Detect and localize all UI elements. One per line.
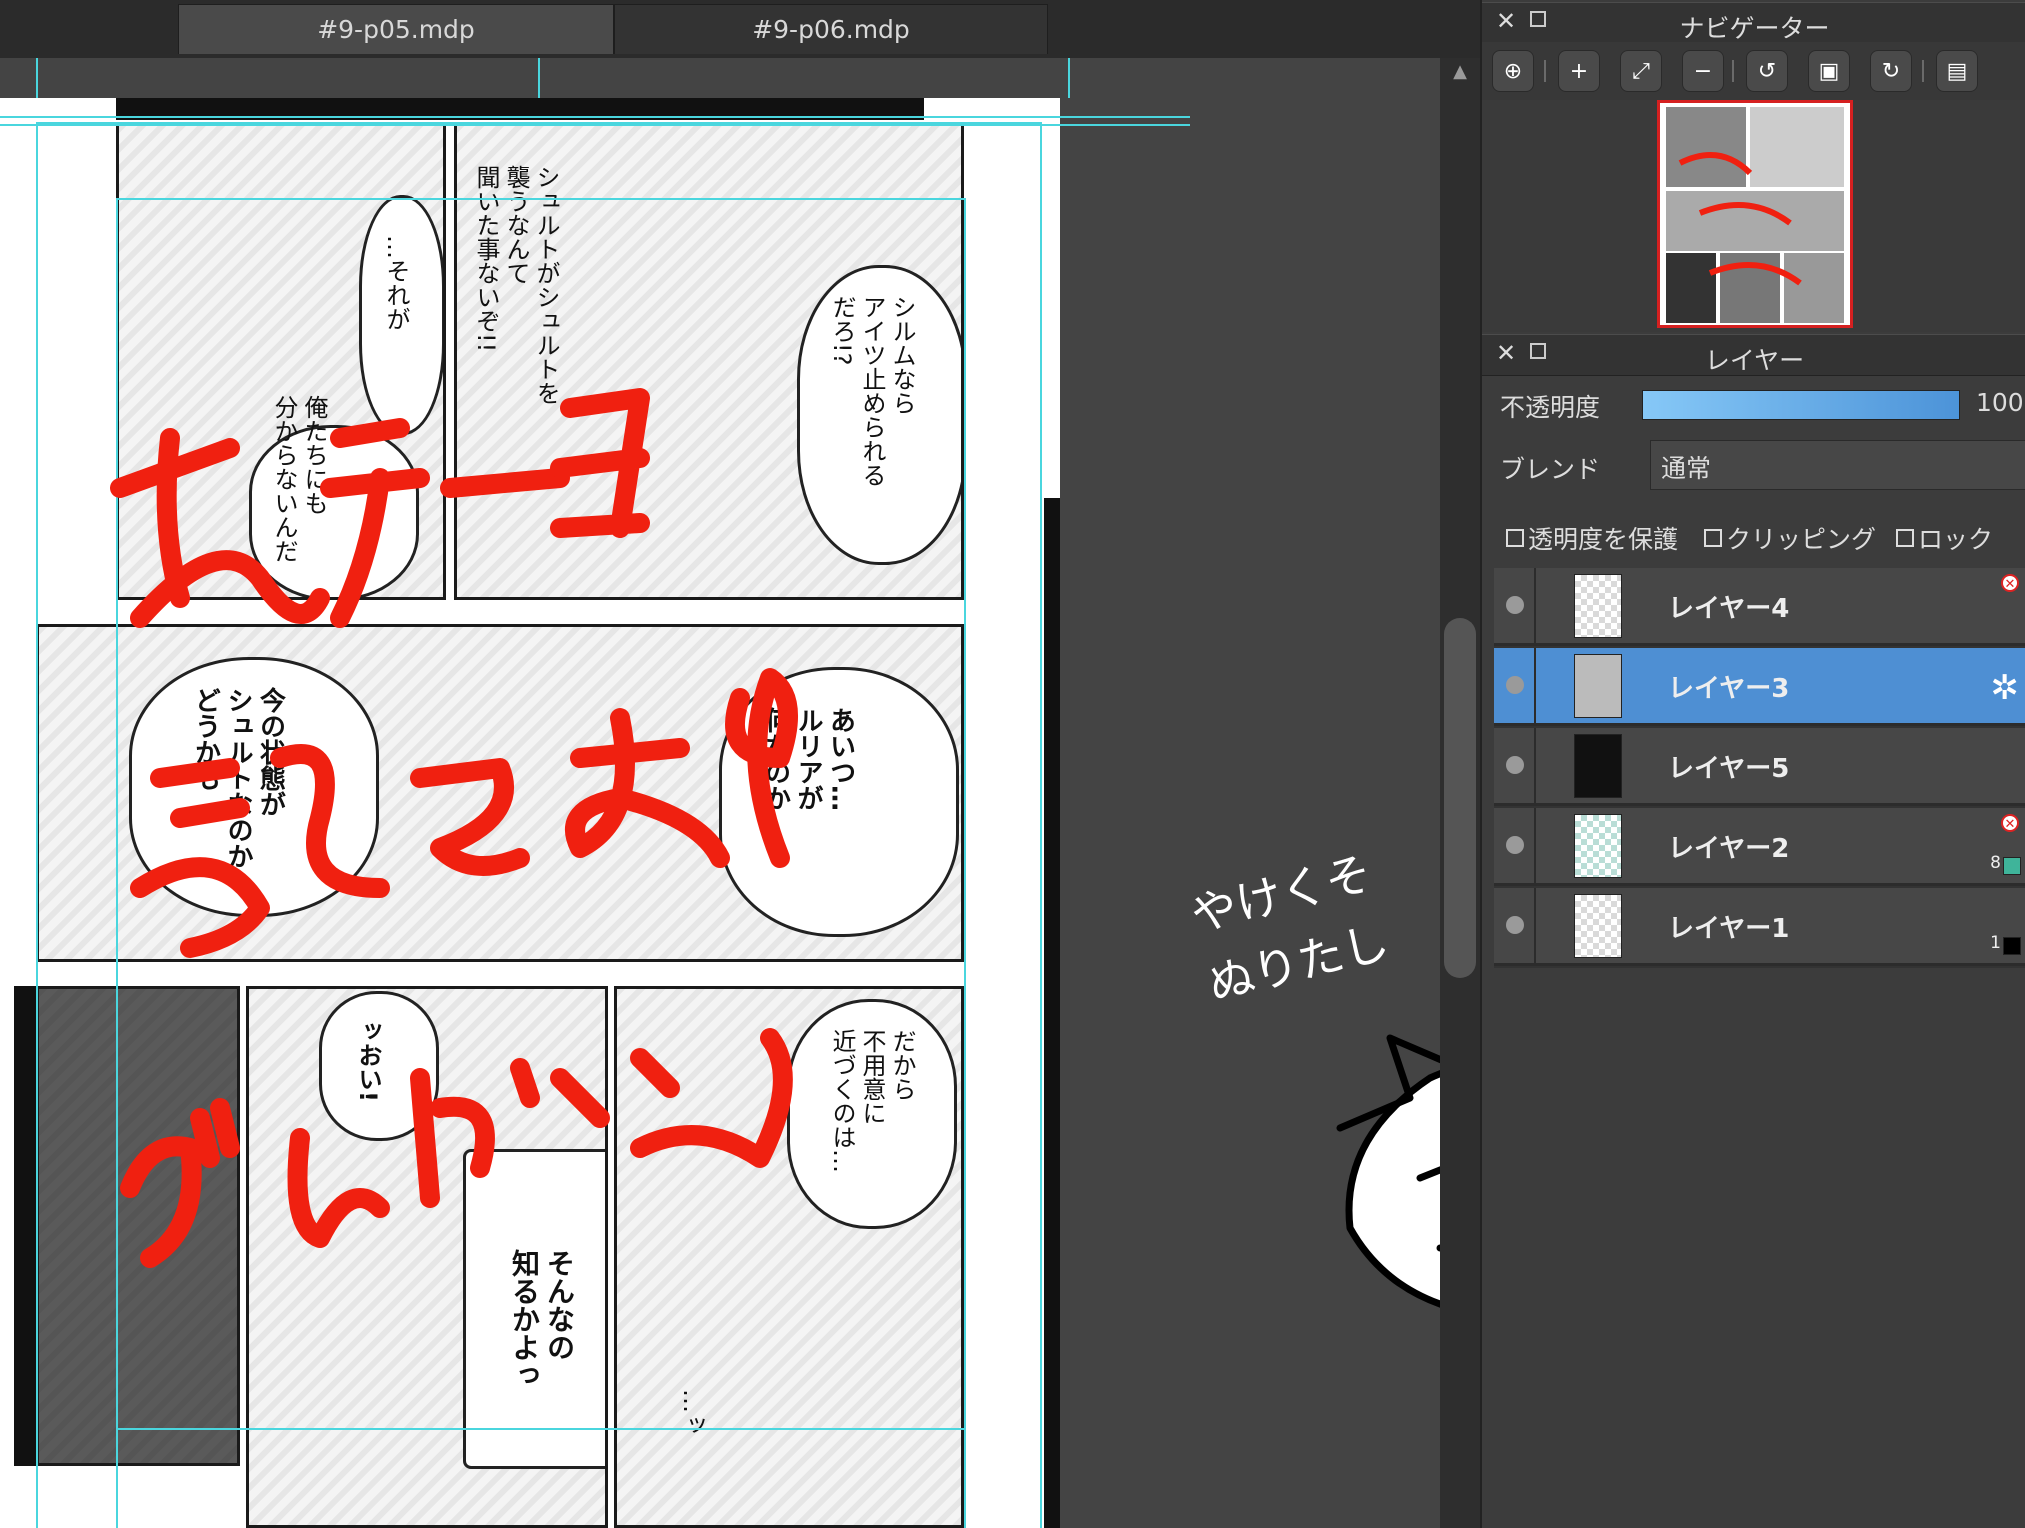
toolbar-separator <box>1922 60 1924 82</box>
ink-stroke <box>725 668 798 868</box>
zoom-out-icon[interactable]: − <box>1682 50 1724 92</box>
layer-thumbnail <box>1574 894 1622 958</box>
opacity-slider[interactable] <box>1642 390 1960 420</box>
visibility-toggle-icon[interactable] <box>1506 676 1524 694</box>
layer-count: 8 <box>1990 853 2001 873</box>
visibility-toggle-icon[interactable] <box>1506 596 1524 614</box>
layer-row-4[interactable]: レイヤー4 ✕ <box>1494 568 2025 646</box>
layer-thumbnail <box>1574 814 1622 878</box>
visibility-toggle-icon[interactable] <box>1506 756 1524 774</box>
blend-mode-select[interactable]: 通常 <box>1650 440 2025 490</box>
layer-row-5[interactable]: レイヤー5 <box>1494 728 2025 806</box>
right-panel-dock: ✕ ナビゲーター ⊕ + ⤢ − ↺ ▣ ↻ ▤ ✕ レイヤー 不透明度 100… <box>1480 0 2025 1528</box>
layer-row-2[interactable]: レイヤー2 ✕ 8 <box>1494 808 2025 886</box>
doodle-head <box>1345 1070 1440 1308</box>
checkbox-icon <box>1506 529 1524 547</box>
opacity-label: 不透明度 <box>1500 393 1601 422</box>
tab-label: #9-p06.mdp <box>752 15 910 44</box>
lock-icon[interactable]: ▤ <box>1936 50 1978 92</box>
navigator-title: ナビゲーター <box>1679 14 1830 43</box>
blend-mode-value: 通常 <box>1661 454 1712 483</box>
ink-stroke <box>565 708 730 868</box>
navigator-preview[interactable] <box>1482 100 2025 332</box>
layer-name: レイヤー2 <box>1668 834 1790 864</box>
clipping-checkbox[interactable]: クリッピング <box>1704 520 1876 556</box>
ink-stroke <box>120 1098 240 1268</box>
layer-color-swatch[interactable] <box>2003 937 2021 955</box>
navigator-toolbar: ⊕ + ⤢ − ↺ ▣ ↻ ▤ <box>1482 42 2025 100</box>
layer-name: レイヤー1 <box>1668 914 1790 944</box>
ink-stroke <box>130 758 270 958</box>
thumbnail-art <box>1664 107 1846 323</box>
scroll-thumb[interactable] <box>1444 618 1476 978</box>
ink-stroke <box>440 468 570 498</box>
close-badge-icon[interactable]: ✕ <box>2001 814 2019 832</box>
ink-stroke <box>410 1058 540 1208</box>
layer-row-3[interactable]: レイヤー3 ✲ <box>1494 648 2025 726</box>
layer-color-swatch[interactable] <box>2003 857 2021 875</box>
ink-stroke <box>320 418 430 628</box>
toolbar-separator <box>1544 60 1546 82</box>
ink-stroke <box>110 428 330 628</box>
navigator-page-thumbnail[interactable] <box>1657 100 1853 328</box>
scroll-up-arrow-icon[interactable]: ▲ <box>1440 58 1480 86</box>
canvas-vertical-scrollbar[interactable]: ▲ <box>1440 58 1480 1528</box>
tab-label: #9-p05.mdp <box>317 15 475 44</box>
ink-stroke <box>287 1128 390 1248</box>
layer-count: 1 <box>1990 933 2001 953</box>
layer-name: レイヤー5 <box>1668 754 1790 784</box>
layer-thumbnail <box>1574 734 1622 798</box>
checkbox-label: 透明度を保護 <box>1528 525 1679 554</box>
chibi-doodle <box>1336 1034 1440 1308</box>
layer-panel-header: ✕ レイヤー <box>1482 334 2025 376</box>
visibility-toggle-icon[interactable] <box>1506 836 1524 854</box>
layer-list: レイヤー4 ✕ レイヤー3 ✲ レイヤー5 レイヤー2 ✕ 8 レイヤー1 1 <box>1494 568 2025 968</box>
checkbox-icon <box>1896 529 1914 547</box>
fullscreen-icon[interactable]: ▣ <box>1808 50 1850 92</box>
navigator-header: ✕ ナビゲーター <box>1482 2 2025 44</box>
zoom-in-icon[interactable]: + <box>1558 50 1600 92</box>
document-tab-bar: #9-p05.mdp #9-p06.mdp <box>0 0 1480 59</box>
checkbox-label: クリッピング <box>1726 525 1877 554</box>
canvas-area[interactable]: …それが 俺たちにも 分からないんだ シュルトがシュルトを 襲うなんて 聞いた事… <box>0 58 1440 1528</box>
gear-icon[interactable]: ✲ <box>1991 668 2020 708</box>
blend-label: ブレンド <box>1500 455 1601 484</box>
ink-stroke <box>630 1028 793 1168</box>
ink-stroke <box>270 744 390 898</box>
layer-panel-title: レイヤー <box>1704 346 1805 375</box>
rotate-right-icon[interactable]: ↻ <box>1870 50 1912 92</box>
ink-stroke <box>550 1048 680 1128</box>
rotate-left-icon[interactable]: ↺ <box>1746 50 1788 92</box>
layer-row-1[interactable]: レイヤー1 1 <box>1494 888 2025 966</box>
ink-stroke <box>410 758 530 876</box>
tab-p06[interactable]: #9-p06.mdp <box>614 4 1048 54</box>
close-badge-icon[interactable]: ✕ <box>2001 574 2019 592</box>
toolbar-separator <box>1732 60 1734 82</box>
visibility-toggle-icon[interactable] <box>1506 916 1524 934</box>
tab-p05[interactable]: #9-p05.mdp <box>178 4 614 54</box>
layer-name: レイヤー3 <box>1668 674 1790 704</box>
lock-checkbox[interactable]: ロック <box>1896 520 1993 556</box>
checkbox-icon <box>1704 529 1722 547</box>
layer-name: レイヤー4 <box>1668 594 1790 624</box>
fit-icon[interactable]: ⤢ <box>1620 50 1662 92</box>
zoom-1to1-icon[interactable]: ⊕ <box>1492 50 1534 92</box>
ink-stroke <box>550 388 650 538</box>
opacity-value: 100 <box>1976 388 2024 417</box>
layer-thumbnail <box>1574 654 1622 718</box>
checkbox-label: ロック <box>1918 525 1994 554</box>
layer-thumbnail <box>1574 574 1622 638</box>
protect-alpha-checkbox[interactable]: 透明度を保護 <box>1506 520 1678 556</box>
red-ink-overlay <box>110 388 798 1268</box>
